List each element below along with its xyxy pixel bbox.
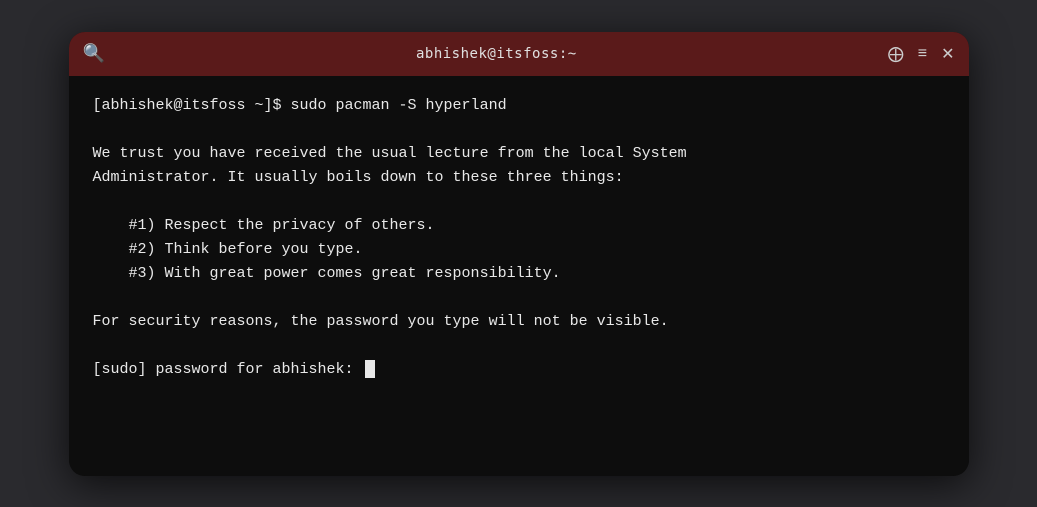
terminal-line: #1) Respect the privacy of others. [93,214,945,238]
close-icon[interactable]: ✕ [941,44,954,64]
new-tab-icon[interactable]: ⨁ [888,44,904,64]
terminal-body[interactable]: [abhishek@itsfoss ~]$ sudo pacman -S hyp… [69,76,969,476]
terminal-line [93,190,945,214]
window-controls: ⨁ ≡ ✕ [888,44,955,64]
terminal-line: [sudo] password for abhishek: [93,358,945,382]
menu-icon[interactable]: ≡ [918,45,927,63]
terminal-line: We trust you have received the usual lec… [93,142,945,166]
terminal-line [93,334,945,358]
terminal-line: Administrator. It usually boils down to … [93,166,945,190]
search-icon[interactable]: 🔍 [83,43,105,64]
terminal-line: #2) Think before you type. [93,238,945,262]
window-title: abhishek@itsfoss:~ [416,46,577,62]
cursor [365,360,375,378]
titlebar: 🔍 abhishek@itsfoss:~ ⨁ ≡ ✕ [69,32,969,76]
terminal-window: 🔍 abhishek@itsfoss:~ ⨁ ≡ ✕ [abhishek@its… [69,32,969,476]
terminal-outer: [abhishek@itsfoss ~]$ sudo pacman -S hyp… [69,76,969,476]
terminal-line [93,286,945,310]
terminal-line: #3) With great power comes great respons… [93,262,945,286]
terminal-line [93,118,945,142]
terminal-line: [abhishek@itsfoss ~]$ sudo pacman -S hyp… [93,94,945,118]
terminal-line: For security reasons, the password you t… [93,310,945,334]
